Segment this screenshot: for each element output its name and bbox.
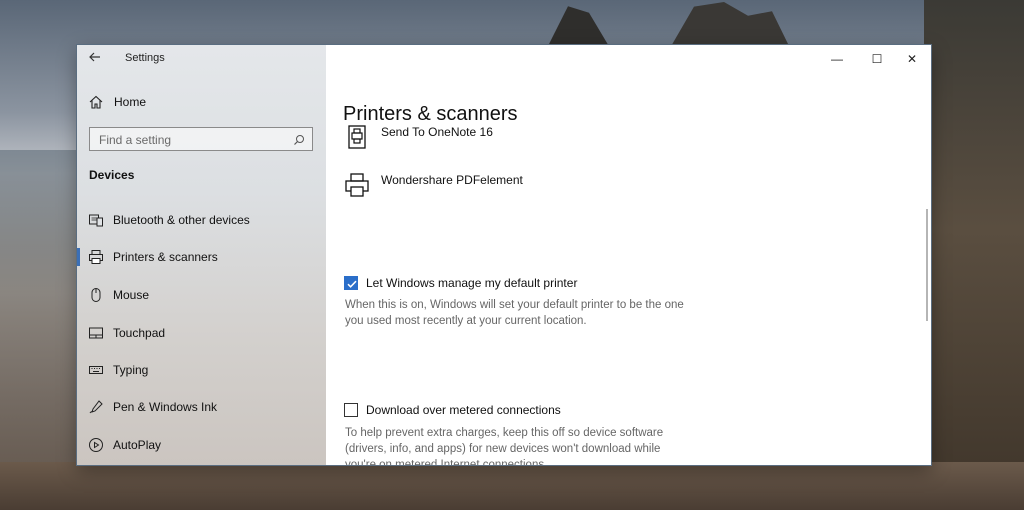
sidebar-item-pen[interactable]: Pen & Windows Ink <box>77 393 326 421</box>
sidebar-item-typing[interactable]: Typing <box>77 356 326 384</box>
pen-icon <box>88 399 104 415</box>
bluetooth-devices-icon <box>88 212 104 228</box>
touchpad-icon <box>88 325 104 341</box>
sidebar-item-label: AutoPlay <box>113 438 162 452</box>
printer-icon <box>88 249 104 265</box>
checkbox-checked-icon[interactable] <box>344 276 358 290</box>
back-arrow-icon[interactable] <box>87 50 103 66</box>
vertical-scrollbar[interactable] <box>926 209 928 321</box>
maximize-button[interactable]: ☐ <box>862 49 892 69</box>
printer-name: Send To OneNote 16 <box>381 125 493 139</box>
close-button[interactable]: ✕ <box>897 49 927 69</box>
sidebar-item-label: Touchpad <box>113 326 166 340</box>
checkbox-label: Download over metered connections <box>366 403 561 417</box>
keyboard-icon <box>88 362 104 378</box>
mouse-icon <box>88 287 104 303</box>
home-icon <box>88 94 104 110</box>
metered-description: To help prevent extra charges, keep this… <box>345 425 705 465</box>
sidebar-item-label: Home <box>114 95 147 109</box>
sidebar-item-label: Typing <box>113 363 149 377</box>
main-content: — ☐ ✕ Printers & scanners Send To OneNot… <box>326 45 931 465</box>
active-indicator <box>77 248 80 266</box>
printer-item-pdfelement[interactable]: Wondershare PDFelement <box>343 171 763 207</box>
description-line: When this is on, Windows will set your d… <box>345 299 684 311</box>
printer-name: Wondershare PDFelement <box>381 173 523 187</box>
background-rock-top <box>547 6 610 48</box>
sidebar-item-printers[interactable]: Printers & scanners <box>77 243 326 271</box>
sidebar-item-mouse[interactable]: Mouse <box>77 281 326 309</box>
sidebar-item-label: Bluetooth & other devices <box>113 213 250 227</box>
checkbox-unchecked-icon[interactable] <box>344 403 358 417</box>
titlebar-left: Settings <box>77 45 326 73</box>
sidebar-item-label: Printers & scanners <box>113 250 218 264</box>
sidebar-item-label: Pen & Windows Ink <box>113 400 218 414</box>
description-line: you're on metered Internet connections. <box>345 459 548 465</box>
settings-window: Settings Home Find a setting Devices Blu… <box>77 45 931 465</box>
search-placeholder: Find a setting <box>99 133 172 147</box>
background-rock-top <box>670 2 790 48</box>
printer-item-onenote[interactable]: Send To OneNote 16 <box>343 123 763 159</box>
autoplay-icon <box>88 437 104 453</box>
sidebar-item-label: Mouse <box>113 288 150 302</box>
sidebar-item-autoplay[interactable]: AutoPlay <box>77 431 326 459</box>
sidebar-item-touchpad[interactable]: Touchpad <box>77 319 326 347</box>
search-icon[interactable] <box>293 133 305 145</box>
sidebar-item-home[interactable]: Home <box>77 90 326 114</box>
default-printer-description: When this is on, Windows will set your d… <box>345 297 705 329</box>
description-line: To help prevent extra charges, keep this… <box>345 427 664 439</box>
printer-icon <box>343 171 371 199</box>
app-title: Settings <box>125 52 165 64</box>
checkbox-label: Let Windows manage my default printer <box>366 276 578 290</box>
onenote-printer-icon <box>343 123 371 151</box>
description-line: (drivers, info, and apps) for new device… <box>345 443 661 455</box>
background-rock-right <box>924 0 1024 510</box>
sidebar: Settings Home Find a setting Devices Blu… <box>77 45 326 465</box>
background-sand <box>0 462 1024 510</box>
section-title: Devices <box>89 168 135 182</box>
sidebar-item-bluetooth[interactable]: Bluetooth & other devices <box>77 206 326 234</box>
minimize-button[interactable]: — <box>822 49 852 69</box>
search-input[interactable]: Find a setting <box>89 127 313 151</box>
description-line: you used most recently at your current l… <box>345 315 587 327</box>
